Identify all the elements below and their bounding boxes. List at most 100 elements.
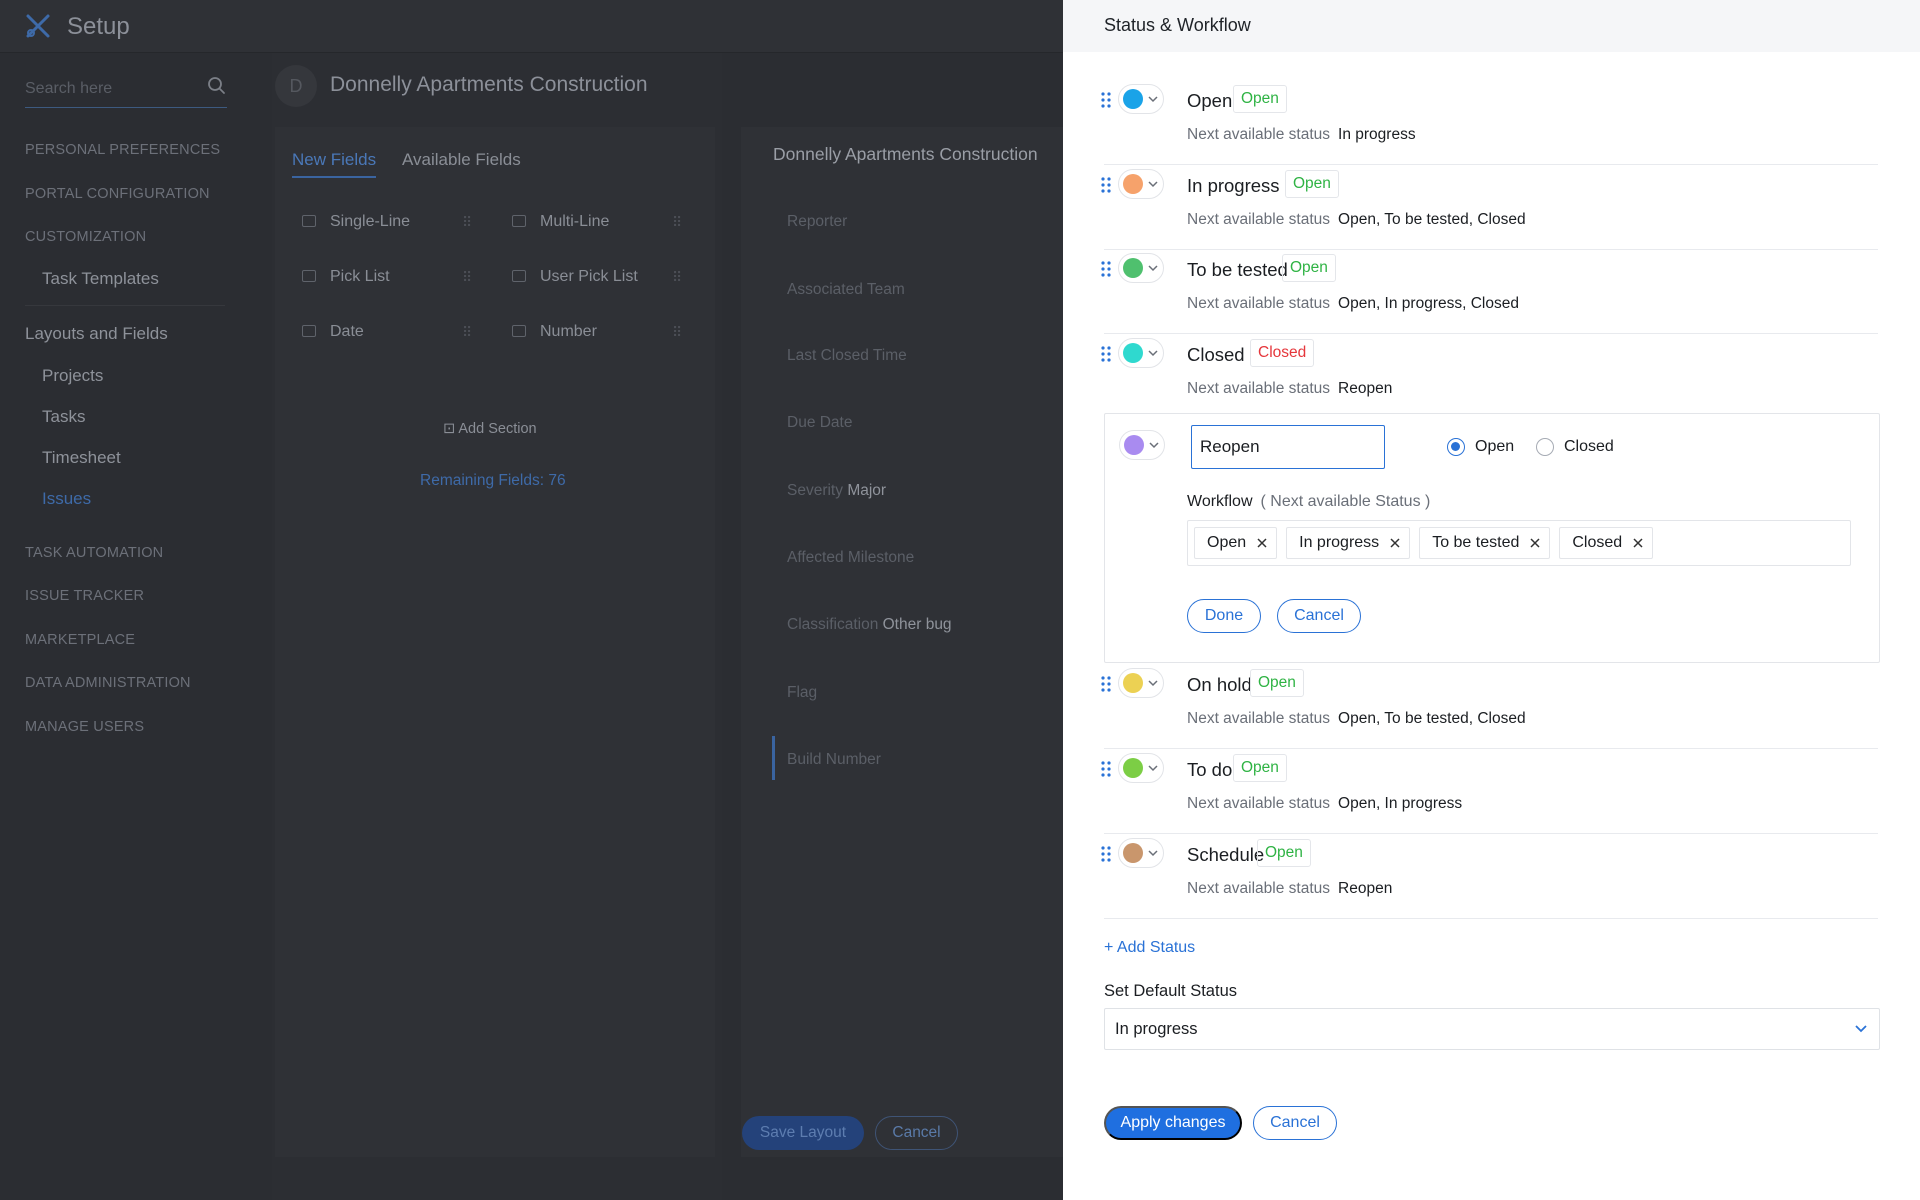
search-input[interactable] xyxy=(25,72,195,106)
status-type-badge: Open xyxy=(1285,170,1339,198)
search-icon[interactable] xyxy=(207,76,227,96)
sidebar-section-task-automation[interactable]: TASK AUTOMATION xyxy=(25,545,163,561)
chevron-down-icon xyxy=(1148,680,1158,687)
editor-cancel-button[interactable]: Cancel xyxy=(1277,599,1361,633)
status-name-input[interactable] xyxy=(1191,425,1385,469)
sidebar-section-customization[interactable]: CUSTOMIZATION xyxy=(25,229,146,245)
close-icon[interactable] xyxy=(1632,537,1644,549)
drag-handle-icon[interactable] xyxy=(1100,845,1112,863)
close-icon[interactable] xyxy=(1529,537,1541,549)
workflow-label: Workflow( Next available Status ) xyxy=(1187,493,1431,510)
preview-field-build-number[interactable]: Build Number xyxy=(787,751,881,769)
status-row[interactable]: Schedule Open Next available status Reopen xyxy=(1101,835,1878,919)
status-row[interactable]: Closed Closed Next available status Reopen xyxy=(1101,335,1878,419)
layout-cancel-button[interactable]: Cancel xyxy=(875,1116,958,1150)
drag-handle-icon[interactable] xyxy=(1100,176,1112,194)
status-row[interactable]: To be tested Open Next available status Ope… xyxy=(1101,250,1878,334)
close-icon[interactable] xyxy=(1389,537,1401,549)
radio-open[interactable]: Open xyxy=(1447,438,1514,456)
drag-handle-icon[interactable]: ⠿ xyxy=(462,324,472,341)
close-icon[interactable] xyxy=(1256,537,1268,549)
sidebar-section-personal-preferences[interactable]: PERSONAL PREFERENCES xyxy=(25,142,220,158)
drag-handle-icon[interactable] xyxy=(1100,91,1112,109)
workflow-chip[interactable]: In progress xyxy=(1286,527,1411,559)
sidebar-item-issues[interactable]: Issues xyxy=(42,489,91,509)
preview-field-affected-milestone[interactable]: Affected Milestone xyxy=(787,549,914,567)
drag-handle-icon[interactable] xyxy=(1100,760,1112,778)
sidebar-item-projects[interactable]: Projects xyxy=(42,366,103,386)
preview-field-due-date[interactable]: Due Date xyxy=(787,414,852,432)
color-picker[interactable] xyxy=(1118,169,1164,199)
chevron-down-icon xyxy=(1148,181,1158,188)
search-box[interactable] xyxy=(25,72,227,108)
apply-changes-button[interactable]: Apply changes xyxy=(1104,1106,1242,1140)
color-picker[interactable] xyxy=(1119,430,1165,460)
app-title: Setup xyxy=(67,13,130,40)
color-swatch xyxy=(1123,89,1143,109)
sidebar-item-timesheet[interactable]: Timesheet xyxy=(42,448,121,468)
default-status-select[interactable]: In progress xyxy=(1104,1008,1880,1050)
status-name: Schedule xyxy=(1187,844,1265,865)
preview-field-last-closed-time[interactable]: Last Closed Time xyxy=(787,347,907,365)
sidebar-section-manage-users[interactable]: MANAGE USERS xyxy=(25,719,144,735)
preview-field-flag[interactable]: Flag xyxy=(787,684,817,702)
color-picker[interactable] xyxy=(1118,668,1164,698)
radio-closed[interactable]: Closed xyxy=(1536,438,1614,456)
preview-field-severity[interactable]: Severity Major xyxy=(787,482,886,500)
drag-handle-icon[interactable]: ⠿ xyxy=(672,324,682,341)
sidebar-section-issue-tracker[interactable]: ISSUE TRACKER xyxy=(25,588,144,604)
drag-handle-icon[interactable]: ⠿ xyxy=(462,269,472,286)
drag-handle-icon[interactable] xyxy=(1100,260,1112,278)
preview-field-associated-team[interactable]: Associated Team xyxy=(787,281,905,299)
add-status-link[interactable]: + Add Status xyxy=(1104,939,1195,957)
workflow-chips[interactable]: Open In progress To be tested Closed xyxy=(1187,520,1851,566)
tools-icon xyxy=(26,14,50,38)
sidebar-group-layouts[interactable]: Layouts and Fields xyxy=(25,324,168,344)
sidebar-section-data-administration[interactable]: DATA ADMINISTRATION xyxy=(25,675,191,691)
save-layout-button[interactable]: Save Layout xyxy=(742,1116,864,1150)
workflow-chip[interactable]: To be tested xyxy=(1419,527,1551,559)
field-date[interactable]: Date xyxy=(302,323,364,341)
sidebar-item-task-templates[interactable]: Task Templates xyxy=(42,269,159,289)
sidebar-section-portal-configuration[interactable]: PORTAL CONFIGURATION xyxy=(25,186,210,202)
color-picker[interactable] xyxy=(1118,753,1164,783)
drag-handle-icon[interactable] xyxy=(1100,675,1112,693)
sidebar-section-marketplace[interactable]: MARKETPLACE xyxy=(25,632,135,648)
color-swatch xyxy=(1123,758,1143,778)
done-button[interactable]: Done xyxy=(1187,599,1261,633)
project-avatar: D xyxy=(275,65,317,107)
workflow-chip[interactable]: Closed xyxy=(1559,527,1654,559)
status-row[interactable]: In progress Open Next available status Open… xyxy=(1101,166,1878,250)
status-row[interactable]: Open Open Next available status In progress xyxy=(1101,81,1878,165)
drag-handle-icon[interactable]: ⠿ xyxy=(462,214,472,231)
field-number[interactable]: Number xyxy=(512,323,597,341)
color-picker[interactable] xyxy=(1118,253,1164,283)
drag-handle-icon[interactable]: ⠿ xyxy=(672,214,682,231)
field-multi-line[interactable]: Multi-Line xyxy=(512,213,609,231)
status-type-badge: Open xyxy=(1257,839,1311,867)
status-name: On hold xyxy=(1187,674,1252,695)
field-label: User Pick List xyxy=(540,268,638,285)
status-type-badge: Open xyxy=(1282,254,1336,282)
cancel-button[interactable]: Cancel xyxy=(1253,1106,1337,1140)
add-section-button[interactable]: ⊡ Add Section xyxy=(443,421,537,437)
next-available-status: Next available status Reopen xyxy=(1187,880,1393,897)
status-row[interactable]: To do Open Next available status Open, In p… xyxy=(1101,750,1878,834)
workflow-chip[interactable]: Open xyxy=(1194,527,1278,559)
color-picker[interactable] xyxy=(1118,84,1164,114)
preview-field-reporter[interactable]: Reporter xyxy=(787,213,847,231)
panel-header: Status & Workflow xyxy=(1063,0,1920,52)
field-user-pick-list[interactable]: User Pick List xyxy=(512,268,638,286)
field-single-line[interactable]: Single-Line xyxy=(302,213,410,231)
status-row[interactable]: On hold Open Next available status Open, To… xyxy=(1101,665,1878,749)
color-picker[interactable] xyxy=(1118,838,1164,868)
color-picker[interactable] xyxy=(1118,338,1164,368)
tab-available-fields[interactable]: Available Fields xyxy=(402,150,521,170)
sidebar-item-tasks[interactable]: Tasks xyxy=(42,407,85,427)
preview-field-classification[interactable]: Classification Other bug xyxy=(787,616,952,634)
drag-handle-icon[interactable]: ⠿ xyxy=(672,269,682,286)
drag-handle-icon[interactable] xyxy=(1100,345,1112,363)
field-pick-list[interactable]: Pick List xyxy=(302,268,390,286)
tab-new-fields[interactable]: New Fields xyxy=(292,150,377,178)
radio-unselected-icon xyxy=(1536,438,1554,456)
